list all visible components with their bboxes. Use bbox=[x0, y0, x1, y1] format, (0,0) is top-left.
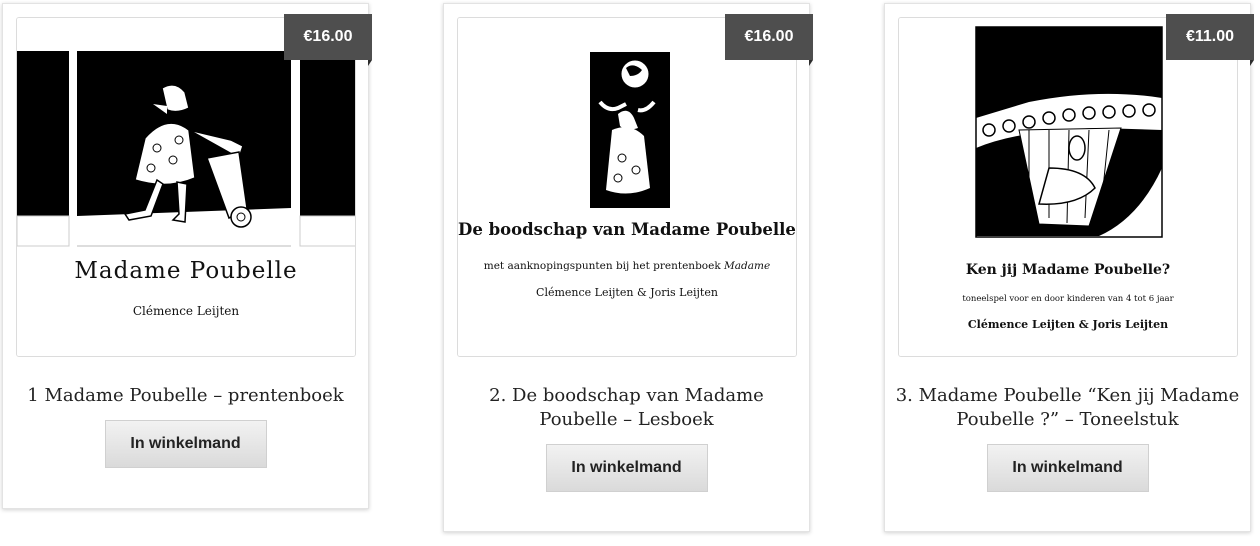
price-badge: €16.00 bbox=[725, 14, 813, 66]
cover-subtitle-emphasis: Madame bbox=[724, 260, 771, 272]
product-title[interactable]: 3. Madame Poubelle “Ken jij Madame Poube… bbox=[895, 384, 1240, 432]
cover-author: Clémence Leijten bbox=[132, 304, 240, 318]
add-to-cart-button[interactable]: In winkelmand bbox=[545, 444, 708, 492]
add-to-cart-button[interactable]: In winkelmand bbox=[104, 420, 267, 468]
price-badge: €16.00 bbox=[284, 14, 372, 66]
cover-title: Ken jij Madame Poubelle? bbox=[965, 262, 1171, 278]
cover-author: Clémence Leijten & Joris Leijten bbox=[536, 286, 718, 299]
cover-subtitle: met aanknopingspunten bij het prentenboe… bbox=[458, 260, 796, 272]
product-card: Ken jij Madame Poubelle? toneelspel voor… bbox=[884, 3, 1254, 532]
product-title[interactable]: 2. De boodschap van Madame Poubelle – Le… bbox=[454, 384, 799, 432]
product-cover-image[interactable]: Ken jij Madame Poubelle? toneelspel voor… bbox=[898, 17, 1238, 357]
product-title[interactable]: 1 Madame Poubelle – prentenboek bbox=[13, 384, 358, 408]
cover-title: De boodschap van Madame Poubelle bbox=[458, 220, 796, 239]
cover-illustration bbox=[899, 18, 1237, 356]
product-card: De boodschap van Madame Poubelle met aan… bbox=[443, 3, 813, 532]
cover-illustration bbox=[458, 18, 796, 356]
product-cover-image[interactable]: De boodschap van Madame Poubelle met aan… bbox=[457, 17, 797, 357]
add-to-cart-button[interactable]: In winkelmand bbox=[986, 444, 1149, 492]
cover-subtitle-text: met aanknopingspunten bij het prentenboe… bbox=[483, 260, 721, 272]
product-cover-image[interactable]: Madame Poubelle Clémence Leijten bbox=[16, 17, 356, 357]
price-badge: €11.00 bbox=[1166, 14, 1254, 66]
cover-title: Madame Poubelle bbox=[74, 258, 298, 284]
cover-author: Clémence Leijten & Joris Leijten bbox=[967, 318, 1169, 331]
cover-subtitle: toneelspel voor en door kinderen van 4 t… bbox=[962, 294, 1174, 304]
product-card: Madame Poubelle Clémence Leijten €16.00 … bbox=[2, 3, 372, 509]
